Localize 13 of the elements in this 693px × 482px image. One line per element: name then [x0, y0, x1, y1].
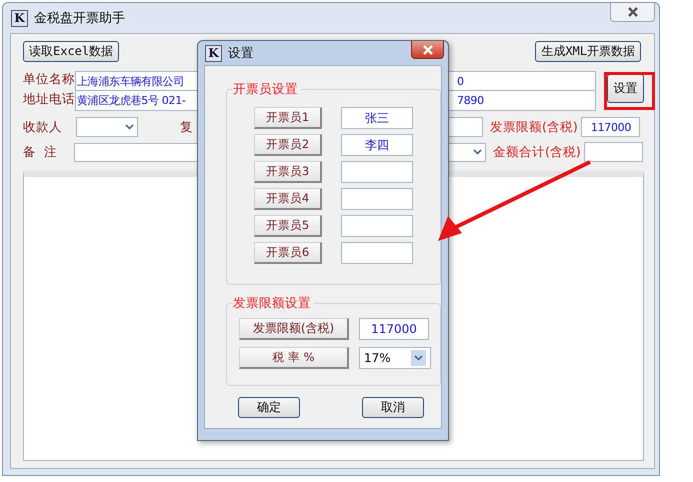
field-label: 金额合计(含税): [493, 144, 582, 160]
app-icon: K: [205, 44, 222, 62]
field-label: 地址电话: [23, 91, 75, 108]
group-title: 发票限额设置: [233, 295, 314, 312]
field-label: 收款人: [23, 118, 63, 136]
field-label: 发票限额(含税): [490, 118, 579, 136]
field-label: 复: [180, 118, 193, 136]
window-title: 金税盘开票助手: [34, 10, 125, 27]
field-label: 单位名称: [23, 71, 75, 88]
group-title: 开票员设置: [233, 81, 301, 98]
app-icon: K: [11, 10, 28, 26]
field-label: 备 注: [23, 144, 58, 160]
dialog-title: 设置: [228, 44, 254, 62]
